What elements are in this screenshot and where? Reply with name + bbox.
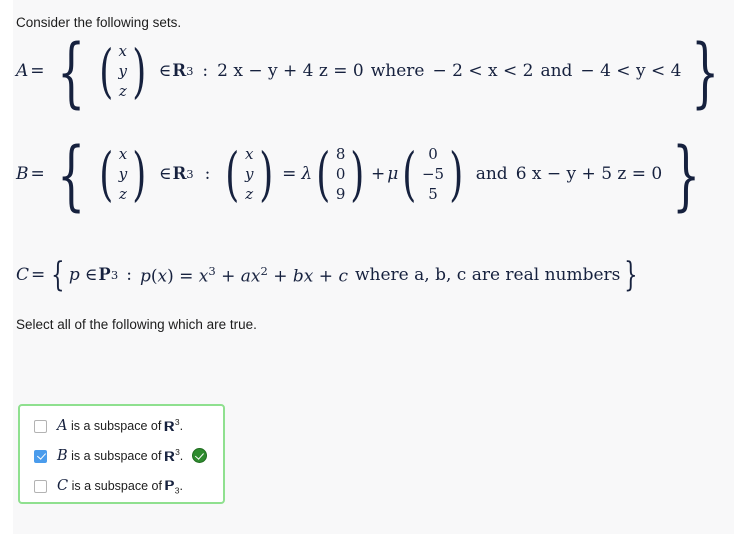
set-b-plus: + <box>371 164 386 185</box>
set-c-polynomial: p(x) = x3 + ax2 + bx + c <box>139 263 348 287</box>
set-c-space-subscript: 3 <box>110 267 119 282</box>
vector-entry: x <box>118 145 128 163</box>
checkbox-option-c[interactable] <box>34 479 47 493</box>
vector-close-paren: ) <box>258 140 273 209</box>
set-a-condition: 2 x − y + 4 z = 0 <box>217 61 364 82</box>
option-row-a[interactable]: A is a subspace of R3. <box>34 417 183 435</box>
vector-entry: 0 <box>428 145 438 163</box>
checkbox-option-a[interactable] <box>34 419 47 433</box>
instruction-text: Select all of the following which are tr… <box>16 317 257 332</box>
option-c-label: C is a subspace of P3. <box>57 477 183 496</box>
set-a-space-exponent: 3 <box>186 63 194 78</box>
set-c-member: p <box>68 265 80 286</box>
vector-entry: y <box>118 164 128 183</box>
page-left-margin <box>0 0 13 534</box>
set-a-space-symbol: R <box>172 63 186 81</box>
question-page: Consider the following sets. A = { ( x y… <box>0 0 734 534</box>
vector-entry: y <box>245 164 254 183</box>
set-a-vector: ( x y z ) <box>95 42 151 101</box>
option-a-label: A is a subspace of R3. <box>57 417 183 434</box>
set-b-vector: ( x y z ) <box>95 145 151 204</box>
option-row-c[interactable]: C is a subspace of P3. <box>34 477 183 495</box>
set-b-name: B <box>16 164 29 185</box>
vector-open-paren: ( <box>225 140 240 209</box>
vector-open-paren: ( <box>316 140 331 209</box>
set-a-and-label: and <box>540 61 573 82</box>
answer-options-panel: A is a subspace of R3. B is a subspace o… <box>18 404 225 504</box>
set-c-name: C <box>16 265 30 286</box>
vector-entry: −5 <box>421 164 445 183</box>
set-b-lhs-vector: ( x y z ) <box>221 145 277 204</box>
set-a-constraint-2: − 4 < y < 4 <box>580 61 682 82</box>
set-b-space-symbol: R <box>172 166 186 184</box>
set-c-where-text: where a, b, c are real numbers <box>355 265 621 286</box>
vector-entry: y <box>118 61 128 80</box>
set-b-condition: 6 x − y + 5 z = 0 <box>515 164 663 185</box>
set-b-vector-1: ( 8 0 9 ) <box>312 145 369 204</box>
vector-close-paren: ) <box>449 140 464 209</box>
vector-entry: z <box>118 81 127 100</box>
correct-answer-check-icon <box>192 448 207 463</box>
vector-entry: 8 <box>335 145 346 163</box>
vector-open-paren: ( <box>99 140 114 209</box>
set-c-definition: C = { p ∈ P3 : p(x) = x3 + ax2 + bx + c … <box>16 255 642 295</box>
set-a-where-label: where <box>370 61 425 82</box>
set-b-and-label: and <box>475 164 508 185</box>
vector-entry: x <box>245 145 254 163</box>
vector-entry: z <box>119 184 127 203</box>
vector-close-paren: ) <box>132 140 147 209</box>
vector-entry: 9 <box>335 184 346 203</box>
set-c-space-symbol: P <box>98 267 111 285</box>
set-a-name: A <box>16 61 29 82</box>
option-row-b[interactable]: B is a subspace of R3. <box>34 447 183 465</box>
set-a-close-brace: } <box>691 27 720 117</box>
set-b-space-exponent: 3 <box>186 166 194 181</box>
set-a-constraint-1: − 2 < x < 2 <box>432 61 534 82</box>
set-c-close-brace: } <box>624 255 638 295</box>
vector-entry: 0 <box>335 164 346 183</box>
option-b-label: B is a subspace of R3. <box>57 447 183 464</box>
set-a-definition: A = { ( x y z ) ∈ R3 : 2 x − y + 4 z = 0… <box>16 27 730 117</box>
set-b-scalar-lambda: λ <box>301 164 313 185</box>
set-c-open-brace: { <box>51 255 65 295</box>
set-a-open-brace: { <box>56 27 85 117</box>
vector-open-paren: ( <box>402 140 417 209</box>
vector-close-paren: ) <box>132 37 147 106</box>
set-b-open-brace: { <box>56 130 85 220</box>
checkbox-option-b[interactable] <box>34 449 47 463</box>
vector-entry: z <box>245 184 254 203</box>
vector-entry: 5 <box>428 184 438 203</box>
intro-text: Consider the following sets. <box>16 15 182 30</box>
set-b-definition: B = { ( x y z ) ∈ R3 : ( x y z ) = λ ( <box>16 130 711 220</box>
vector-entry: x <box>118 42 127 60</box>
vector-close-paren: ) <box>350 140 365 209</box>
vector-open-paren: ( <box>99 37 114 106</box>
set-b-scalar-mu: μ <box>387 164 399 185</box>
set-b-vector-2: ( 0 −5 5 ) <box>398 145 467 204</box>
set-b-close-brace: } <box>672 130 701 220</box>
